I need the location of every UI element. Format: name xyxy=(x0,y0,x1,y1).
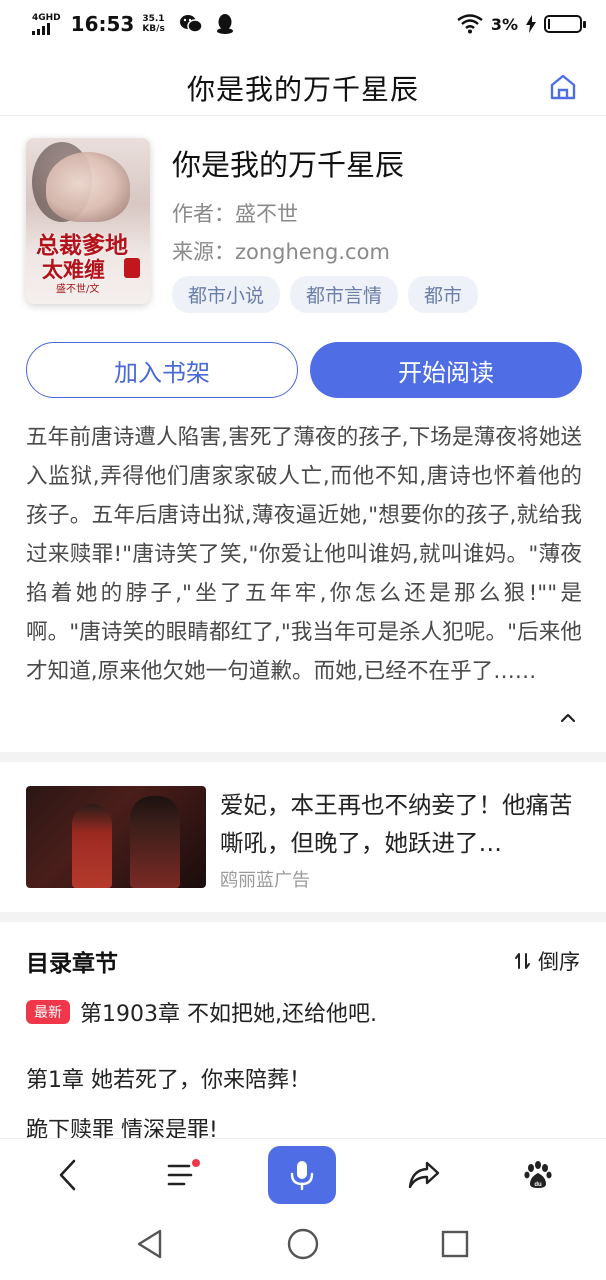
net-speed-unit: KB/s xyxy=(142,24,165,34)
book-cover[interactable]: 总裁爹地 太难缠 盛不世/文 xyxy=(26,138,150,304)
baidu-paw-icon: du xyxy=(524,1161,552,1188)
chevron-up-icon[interactable] xyxy=(558,708,578,728)
battery-percent: 3% xyxy=(490,14,518,34)
system-home-icon[interactable] xyxy=(285,1226,321,1262)
status-time: 16:53 xyxy=(70,12,135,36)
sort-label: 倒序 xyxy=(538,950,580,974)
book-title: 你是我的万千星辰 xyxy=(172,148,405,182)
tag[interactable]: 都市言情 xyxy=(290,276,399,313)
ad-image[interactable] xyxy=(26,786,206,888)
signal-bars xyxy=(32,22,50,35)
bottom-nav: du xyxy=(0,1138,606,1210)
wechat-icon xyxy=(179,15,203,33)
svg-text:du: du xyxy=(534,1182,542,1188)
baidu-button[interactable]: du xyxy=(510,1147,566,1203)
chapter-latest-title: 第1903章 不如把她,还给他吧. xyxy=(80,1002,377,1027)
catalog-title: 目录章节 xyxy=(26,951,118,977)
notification-dot xyxy=(192,1159,200,1167)
sort-button[interactable]: 倒序 xyxy=(514,946,580,976)
header: 你是我的万千星辰 xyxy=(0,60,606,116)
sort-icon xyxy=(515,953,530,969)
page-title: 你是我的万千星辰 xyxy=(186,72,419,106)
system-nav xyxy=(0,1210,606,1280)
book-info: 总裁爹地 太难缠 盛不世/文 你是我的万千星辰 作者：盛不世 来源：zonghe… xyxy=(26,138,582,313)
status-left: 4GHD 16:53 35.1 KB/s xyxy=(32,12,235,36)
menu-button[interactable] xyxy=(154,1147,210,1203)
back-icon xyxy=(59,1159,76,1191)
home-icon[interactable] xyxy=(548,72,578,102)
system-back-icon[interactable] xyxy=(132,1226,168,1262)
book-synopsis: 五年前唐诗遭人陷害,害死了薄夜的孩子,下场是薄夜将她送入监狱,弄得他们唐家家破人… xyxy=(26,425,582,684)
tag[interactable]: 都市 xyxy=(408,276,479,313)
wifi-icon xyxy=(457,14,483,34)
battery-fill xyxy=(548,19,550,29)
qq-icon xyxy=(216,14,233,34)
net-speed: 35.1 KB/s xyxy=(142,14,164,34)
cover-author: 盛不世/文 xyxy=(56,284,100,295)
new-badge: 最新 xyxy=(26,1000,70,1024)
status-bar: 4GHD 16:53 35.1 KB/s 3% xyxy=(0,0,606,48)
ad-source: 鸥丽蓝广告 xyxy=(220,870,310,891)
ad-title[interactable]: 爱妃，本王再也不纳妾了！他痛苦嘶吼，但晚了，她跃进了… xyxy=(220,786,582,862)
net-speed-value: 35.1 xyxy=(142,14,165,24)
ad-card[interactable]: 爱妃，本王再也不纳妾了！他痛苦嘶吼，但晚了，她跃进了… 鸥丽蓝广告 xyxy=(26,786,582,891)
signal-icon: 4GHD xyxy=(32,12,61,35)
start-reading-button[interactable]: 开始阅读 xyxy=(310,342,582,398)
book-source: 来源：zongheng.com xyxy=(172,240,390,264)
back-button[interactable] xyxy=(40,1147,96,1203)
chapter-second[interactable]: 跪下赎罪 情深是罪! xyxy=(26,1118,218,1138)
divider xyxy=(0,752,606,762)
share-button[interactable] xyxy=(396,1147,452,1203)
chapter-latest[interactable]: 最新 第1903章 不如把她,还给他吧. xyxy=(26,996,377,1028)
network-type: 4GHD xyxy=(32,12,61,23)
chapter-first[interactable]: 第1章 她若死了，你来陪葬！ xyxy=(26,1062,311,1094)
divider xyxy=(0,912,606,922)
microphone-icon xyxy=(290,1161,314,1191)
voice-button[interactable] xyxy=(268,1146,336,1204)
cover-seal xyxy=(124,258,140,278)
tag[interactable]: 都市小说 xyxy=(172,276,281,313)
share-icon xyxy=(408,1161,440,1189)
book-tags: 都市小说 都市言情 都市 xyxy=(172,276,479,313)
book-author: 作者：盛不世 xyxy=(172,202,298,226)
charging-icon xyxy=(526,15,536,33)
system-recent-icon[interactable] xyxy=(437,1226,473,1262)
battery-icon xyxy=(544,15,586,33)
add-to-shelf-button[interactable]: 加入书架 xyxy=(26,342,298,398)
status-right: 3% xyxy=(457,14,586,34)
